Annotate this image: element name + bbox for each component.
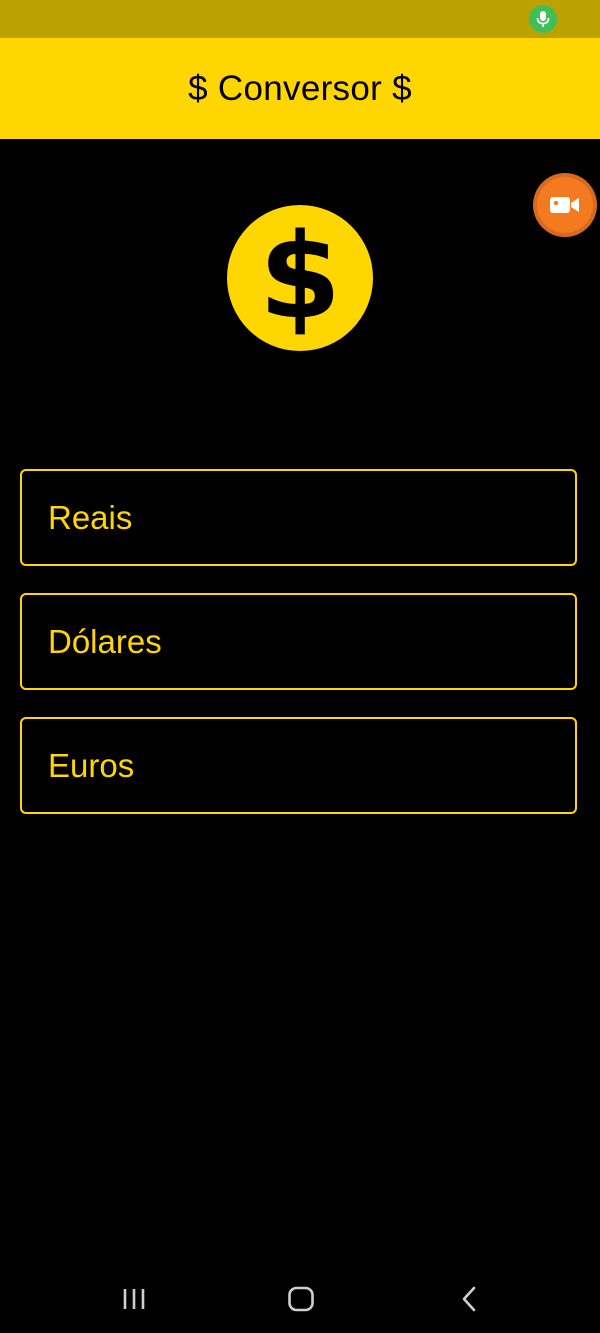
app-bar: $ Conversor $ — [0, 38, 600, 139]
euros-input[interactable]: Euros — [20, 717, 577, 814]
status-bar — [0, 0, 600, 38]
back-icon — [462, 1286, 476, 1312]
screen-record-button[interactable] — [533, 173, 597, 237]
reais-input[interactable]: Reais — [20, 469, 577, 566]
home-icon — [288, 1286, 314, 1312]
reais-label: Reais — [48, 498, 133, 536]
back-button[interactable] — [449, 1283, 489, 1315]
screen: $ Conversor $ $ Reais Dólares Euros — [0, 0, 600, 1333]
dollar-coin-icon: $ — [227, 205, 373, 351]
video-camera-icon — [537, 177, 593, 233]
navigation-bar — [0, 1265, 600, 1333]
home-button[interactable] — [281, 1283, 321, 1315]
microphone-icon — [529, 5, 557, 33]
dolares-label: Dólares — [48, 622, 162, 660]
app-title: $ Conversor $ — [188, 68, 412, 108]
recents-icon — [123, 1289, 145, 1309]
euros-label: Euros — [48, 746, 135, 784]
dolares-input[interactable]: Dólares — [20, 593, 577, 690]
recents-button[interactable] — [114, 1283, 154, 1315]
svg-text:$: $ — [259, 207, 341, 345]
